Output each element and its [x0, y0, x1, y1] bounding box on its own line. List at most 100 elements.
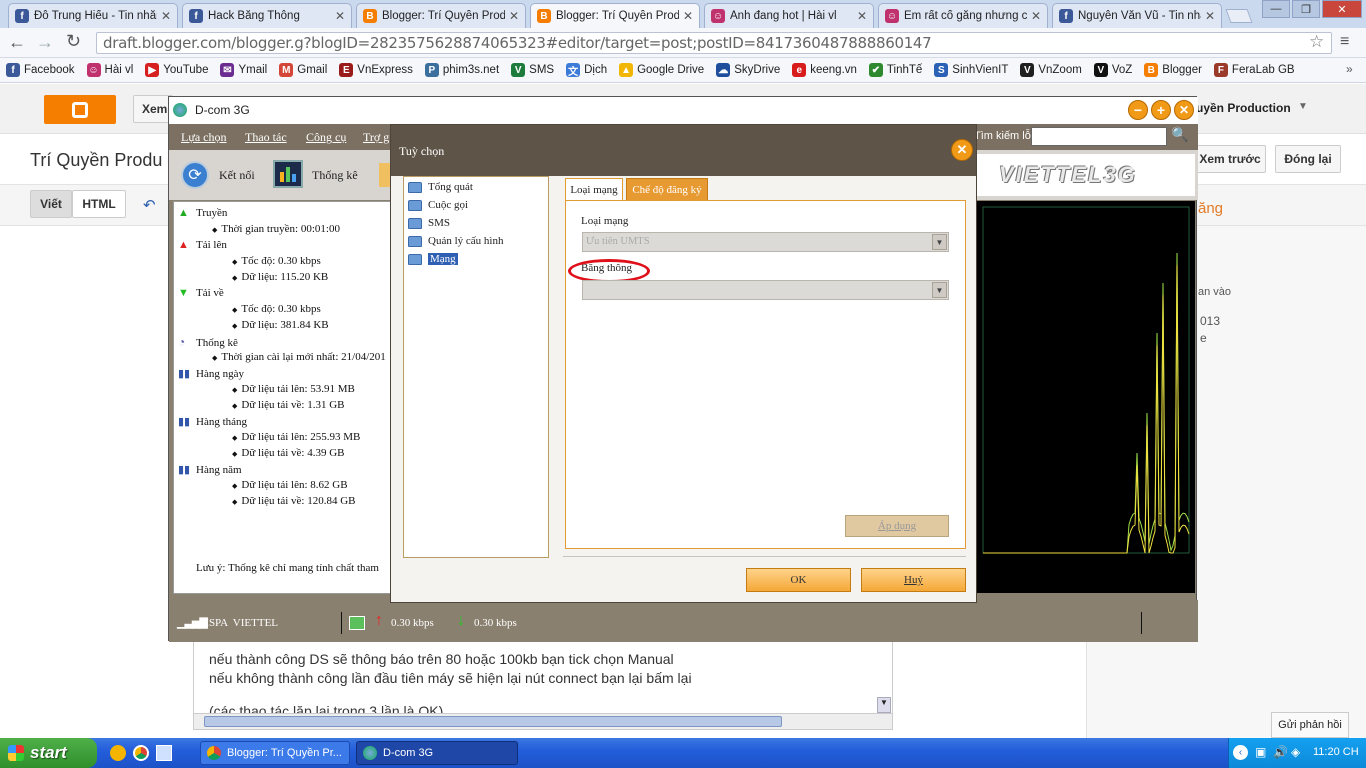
close-tab-icon[interactable]: ✕: [509, 9, 519, 23]
bookmark-item[interactable]: ☁ SkyDrive: [716, 63, 780, 77]
editor-horizontal-scrollbar[interactable]: [194, 713, 892, 729]
tray-expand-icon[interactable]: ‹: [1233, 745, 1248, 760]
close-tab-icon[interactable]: ✕: [1031, 9, 1041, 23]
apply-button[interactable]: Áp dụng: [845, 515, 949, 537]
account-name[interactable]: uyền Production: [1196, 101, 1291, 115]
scrollbar-thumb[interactable]: [204, 716, 782, 727]
post-body-editor[interactable]: nếu thành công DS sẽ thông báo trên 80 h…: [193, 640, 893, 730]
bookmark-item[interactable]: ✔ TinhTế: [868, 63, 922, 77]
stats-label[interactable]: Thống kê: [312, 168, 358, 183]
options-nav-item[interactable]: Mạng: [408, 253, 458, 265]
close-tab-icon[interactable]: ✕: [161, 9, 171, 23]
bookmark-item[interactable]: f Facebook: [6, 63, 75, 77]
tab-html[interactable]: HTML: [72, 190, 126, 218]
close-tab-icon[interactable]: ✕: [335, 9, 345, 23]
blogger-logo-icon[interactable]: [44, 95, 116, 124]
tab-network-type[interactable]: Loại mạng: [565, 178, 623, 200]
bookmark-item[interactable]: 文 Dịch: [566, 63, 607, 78]
bookmark-item[interactable]: Pphim3s.net: [424, 63, 499, 77]
tree-node[interactable]: ◔ Thống kê: [178, 335, 238, 350]
taskbar-item-dcom[interactable]: D-com 3G: [356, 741, 518, 765]
close-tab-icon[interactable]: ✕: [857, 9, 867, 23]
menu-tools[interactable]: Công cụ: [306, 130, 346, 145]
browser-tab[interactable]: ☺ Em rất cố gắng nhưng c ✕: [878, 3, 1048, 28]
dcom-maximize-button[interactable]: +: [1151, 100, 1171, 120]
dcom-close-button[interactable]: ✕: [1174, 100, 1194, 120]
volume-tray-icon[interactable]: 🔊: [1273, 745, 1288, 759]
chrome-launch-icon[interactable]: [133, 745, 149, 761]
close-tab-icon[interactable]: ✕: [1205, 9, 1215, 23]
menu-actions[interactable]: Thao tác: [245, 130, 287, 145]
chevron-down-icon[interactable]: ▼: [932, 234, 947, 250]
bookmark-item[interactable]: E VnExpress: [339, 63, 413, 77]
options-nav-item[interactable]: SMS: [408, 217, 450, 229]
close-tab-icon[interactable]: ✕: [683, 9, 693, 23]
tab-write[interactable]: Viết: [30, 190, 72, 218]
chevron-down-icon[interactable]: ▼: [932, 282, 947, 298]
bookmark-item[interactable]: e keeng.vn: [792, 63, 857, 77]
options-nav-item[interactable]: Cuộc gọi: [408, 199, 468, 211]
network-type-select[interactable]: Ưu tiên UMTS ▼: [582, 232, 949, 252]
bookmark-item[interactable]: M Gmail: [279, 63, 327, 77]
tree-node[interactable]: ▮▮ Hàng ngày: [178, 367, 244, 380]
bookmark-item[interactable]: S SinhVienIT: [934, 63, 1008, 77]
browser-tab[interactable]: B Blogger: Trí Quyền Produ ✕: [530, 3, 700, 28]
bookmark-item[interactable]: V SMS: [511, 63, 554, 77]
close-window-button[interactable]: ✕: [1322, 0, 1362, 18]
stats-icon[interactable]: [273, 160, 303, 188]
back-icon[interactable]: ←: [8, 32, 26, 53]
options-nav-item[interactable]: Tổng quát: [408, 181, 473, 193]
bookmark-item[interactable]: V VnZoom: [1020, 63, 1082, 77]
menu-options[interactable]: Lựa chọn: [181, 130, 227, 145]
menu-help[interactable]: Trợ g: [363, 130, 389, 145]
ok-button[interactable]: OK: [746, 568, 851, 592]
browser-tab[interactable]: ☺ Ảnh đang hot | Hài vl ✕: [704, 3, 874, 28]
view-blog-button[interactable]: Xem: [133, 95, 173, 123]
close-editor-button[interactable]: Đóng lại: [1275, 145, 1341, 173]
bookmark-item[interactable]: F FeraLab GB: [1213, 63, 1295, 77]
show-desktop-icon[interactable]: [156, 745, 172, 761]
tab-registration-mode[interactable]: Chế độ đăng ký: [626, 178, 708, 200]
bookmark-item[interactable]: V VoZ: [1093, 63, 1132, 77]
search-error-input[interactable]: [1031, 127, 1167, 146]
bookmark-star-icon[interactable]: ☆: [1309, 32, 1324, 52]
options-dialog-close-button[interactable]: ✕: [951, 139, 973, 161]
browser-tab[interactable]: f Hack Băng Thông ✕: [182, 3, 352, 28]
options-nav-item[interactable]: Quản lý cấu hình: [408, 235, 503, 247]
address-bar[interactable]: draft.blogger.com/blogger.g?blogID=28235…: [96, 32, 1332, 54]
tree-node[interactable]: ▮▮ Hàng năm: [178, 463, 242, 476]
feedback-button[interactable]: Gửi phản hồi: [1271, 712, 1349, 738]
bookmark-item[interactable]: ▶ YouTube: [145, 63, 208, 77]
new-tab-button[interactable]: [1225, 9, 1253, 23]
minimize-button[interactable]: —: [1262, 0, 1290, 18]
connect-icon[interactable]: ⟳: [181, 161, 209, 189]
search-icon[interactable]: 🔍: [1171, 127, 1188, 144]
tree-node[interactable]: ▮▮ Hàng tháng: [178, 415, 247, 428]
menu-icon[interactable]: ≡: [1340, 33, 1349, 51]
media-player-icon[interactable]: [110, 745, 126, 761]
bookmark-item[interactable]: ▲ Google Drive: [619, 63, 704, 77]
taskbar-item-blogger[interactable]: Blogger: Trí Quyền Pr...: [200, 741, 350, 765]
start-button[interactable]: start: [0, 738, 97, 768]
maximize-button[interactable]: ❐: [1292, 0, 1320, 18]
bookmark-item[interactable]: ☺ Hài vl: [86, 63, 133, 77]
forward-icon[interactable]: →: [36, 32, 54, 53]
tree-node[interactable]: ▲ Truyền: [178, 207, 227, 219]
bookmark-item[interactable]: B Blogger: [1144, 63, 1202, 77]
browser-tab[interactable]: f Nguyễn Văn Vũ - Tin nhắ ✕: [1052, 3, 1222, 28]
browser-tab[interactable]: B Blogger: Trí Quyền Produ ✕: [356, 3, 526, 28]
undo-icon[interactable]: ↶: [143, 196, 156, 214]
scroll-down-icon[interactable]: ▼: [877, 697, 891, 713]
connect-label[interactable]: Kết nối: [219, 168, 255, 183]
tree-node[interactable]: ▲ Tải lên: [178, 239, 227, 251]
tray-icon[interactable]: ◈: [1291, 745, 1300, 759]
account-dropdown-icon[interactable]: ▼: [1298, 101, 1308, 112]
more-bookmarks-icon[interactable]: »: [1346, 62, 1353, 76]
browser-tab[interactable]: f Đỗ Trung Hiếu - Tin nhắn ✕: [8, 3, 178, 28]
preview-button[interactable]: Xem trước: [1194, 145, 1266, 173]
tree-node[interactable]: ▼ Tải về: [178, 287, 224, 299]
dcom-minimize-button[interactable]: −: [1128, 100, 1148, 120]
cancel-button[interactable]: Huỷ: [861, 568, 966, 592]
network-tray-icon[interactable]: ▣: [1255, 745, 1266, 759]
bandwidth-select[interactable]: ▼: [582, 280, 949, 300]
